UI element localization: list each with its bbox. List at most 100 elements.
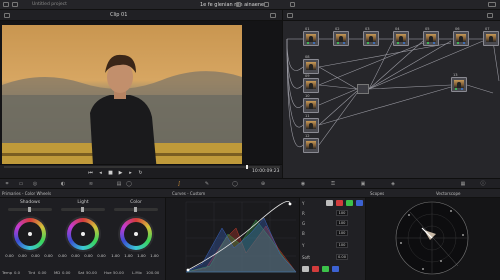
- title-bar: Untitled project 1e fe glenian ren ainae…: [0, 0, 500, 10]
- curve-row-soft: Soft 0.00: [302, 254, 348, 260]
- red-chip[interactable]: [336, 200, 343, 206]
- loop-icon[interactable]: ↻: [138, 171, 143, 176]
- curve-row-b: B 100: [302, 230, 364, 237]
- tracker-icon[interactable]: ⊕: [260, 181, 266, 187]
- curve-row-r: R 100: [302, 210, 364, 217]
- camera-raw-icon[interactable]: ◎: [32, 181, 38, 187]
- viewer-frame: [2, 25, 242, 183]
- 3d-icon[interactable]: ◈: [390, 181, 396, 187]
- viewer-options-icon[interactable]: [270, 13, 276, 18]
- wheel-shadows: Shadows 0.00 0.00 0.00 0.00: [5, 200, 53, 258]
- menu-icon[interactable]: [3, 2, 9, 7]
- window-title: 1e fe glenian ren ainaene: [200, 2, 265, 8]
- step-back-icon[interactable]: ◂: [98, 171, 103, 176]
- red-chip-2[interactable]: [312, 266, 319, 272]
- node-07[interactable]: 07: [483, 27, 499, 46]
- scope-title: Scopes: [370, 191, 385, 196]
- histogram: [185, 217, 297, 273]
- clip-name: Clip 01: [110, 12, 128, 18]
- viewer[interactable]: [0, 21, 282, 183]
- color-wheel[interactable]: [120, 218, 152, 250]
- skip-start-icon[interactable]: ⏮: [88, 171, 93, 176]
- settings-icon[interactable]: [236, 2, 241, 7]
- blue-chip[interactable]: [356, 200, 363, 206]
- node-06[interactable]: 06: [453, 27, 469, 46]
- node-11[interactable]: 11: [303, 114, 319, 133]
- color-master-slider[interactable]: [114, 207, 158, 212]
- vectorscope: [366, 198, 500, 280]
- info-icon[interactable]: ⓘ: [480, 181, 486, 187]
- media-pool-icon[interactable]: [12, 2, 18, 7]
- curve-row-y-value: Y 100: [302, 242, 364, 249]
- node-03[interactable]: 03: [363, 27, 379, 46]
- node-13[interactable]: 13: [451, 73, 467, 92]
- more-icon[interactable]: [488, 2, 496, 7]
- blue-chip-2[interactable]: [332, 266, 339, 272]
- shadows-master-slider[interactable]: [8, 207, 52, 212]
- mode-icon[interactable]: ≋: [88, 181, 94, 187]
- curve-row-g: G 100: [302, 220, 364, 227]
- curve-row-chips: [302, 266, 364, 273]
- wheel-color: Color 1.00 1.00 1.00 1.00: [111, 200, 159, 258]
- qualifier-icon[interactable]: ✎: [204, 181, 210, 187]
- play-icon[interactable]: ▶: [118, 171, 123, 176]
- curve-controls: Y R 100 G 100 B 100 Y 100 Soft 0.00: [300, 198, 366, 280]
- step-forward-icon[interactable]: ▸: [128, 171, 133, 176]
- scrubber[interactable]: [4, 165, 280, 169]
- curves-title: Curves - Custom: [172, 191, 206, 196]
- palette-toolbar: ⌗ ▭ ◎ ◐ ≋ ▤ ◯ ∫ ✎ ◯ ⊕ ◉ ⚿ ▣ ◈ ▦ ⓘ: [0, 178, 500, 189]
- node-12[interactable]: 12: [303, 134, 319, 153]
- node-08[interactable]: 08: [303, 55, 319, 74]
- curves-editor[interactable]: [166, 198, 300, 280]
- node-04[interactable]: 04: [393, 27, 409, 46]
- blur-icon[interactable]: ◉: [300, 181, 306, 187]
- scope-mode[interactable]: Vectorscope: [436, 191, 460, 196]
- bars-icon[interactable]: ▤: [116, 181, 122, 187]
- green-chip[interactable]: [346, 200, 353, 206]
- stop-icon[interactable]: ■: [108, 171, 113, 176]
- wheel-adjustments: Temp 0.0 Tint 0.00 MD 0.00 Sat 50.00 Hue…: [2, 270, 160, 275]
- viewer-header: Clip 01: [0, 10, 282, 21]
- grid-icon[interactable]: [264, 2, 269, 7]
- histogram-series-blue: [185, 217, 297, 273]
- media-icon[interactable]: ▭: [18, 181, 24, 187]
- light-wheel[interactable]: [67, 218, 99, 250]
- wheels-icon[interactable]: ◯: [126, 181, 132, 187]
- window-icon[interactable]: ◯: [232, 181, 238, 187]
- wheels-title: Primaries - Color Wheels: [2, 191, 52, 196]
- scope-toggle-icon[interactable]: ▦: [460, 181, 466, 187]
- shadows-wheel[interactable]: [14, 218, 46, 250]
- node-options-icon[interactable]: [487, 13, 493, 18]
- node-10[interactable]: 10: [303, 94, 319, 113]
- curves-graph[interactable]: [166, 198, 300, 280]
- node-graph[interactable]: 01 02 03 04 05 06 07 08 09 10 11 12 13: [282, 21, 500, 178]
- clip-image: [2, 25, 242, 183]
- node-editor-header: [282, 10, 500, 21]
- sizing-icon[interactable]: ▣: [360, 181, 366, 187]
- lut-icon[interactable]: ⌗: [4, 181, 10, 187]
- curves-tool[interactable]: ∫: [176, 181, 182, 187]
- curve-row-y: Y: [302, 200, 364, 207]
- luma-chip-2[interactable]: [302, 266, 309, 272]
- color-wheels-panel: Shadows 0.00 0.00 0.00 0.00 Light 0.00 0…: [0, 198, 166, 280]
- expand-icon[interactable]: [290, 2, 295, 7]
- curve-point-white[interactable]: [288, 202, 292, 206]
- zoom-icon[interactable]: [4, 13, 10, 18]
- transport-bar: ⏮ ◂ ■ ▶ ▸ ↻ 10:00:09:23: [0, 164, 282, 178]
- playhead[interactable]: [246, 165, 248, 169]
- luma-chip[interactable]: [326, 200, 333, 206]
- node-02[interactable]: 02: [333, 27, 349, 46]
- node-09[interactable]: 09: [303, 74, 319, 93]
- vectorscope-graph: [395, 201, 469, 275]
- wheels-header: Primaries - Color Wheels: [0, 189, 166, 198]
- layer-mixer-node[interactable]: [357, 84, 369, 94]
- green-chip-2[interactable]: [322, 266, 329, 272]
- curve-point-black[interactable]: [186, 268, 190, 272]
- color-match-icon[interactable]: ◐: [60, 181, 66, 187]
- light-master-slider[interactable]: [61, 207, 105, 212]
- key-icon[interactable]: ⚿: [330, 181, 336, 187]
- node-05[interactable]: 05: [423, 27, 439, 46]
- node-01[interactable]: 01: [303, 27, 319, 46]
- hand-tool-icon[interactable]: [287, 13, 293, 18]
- project-label: Untitled project: [32, 2, 67, 7]
